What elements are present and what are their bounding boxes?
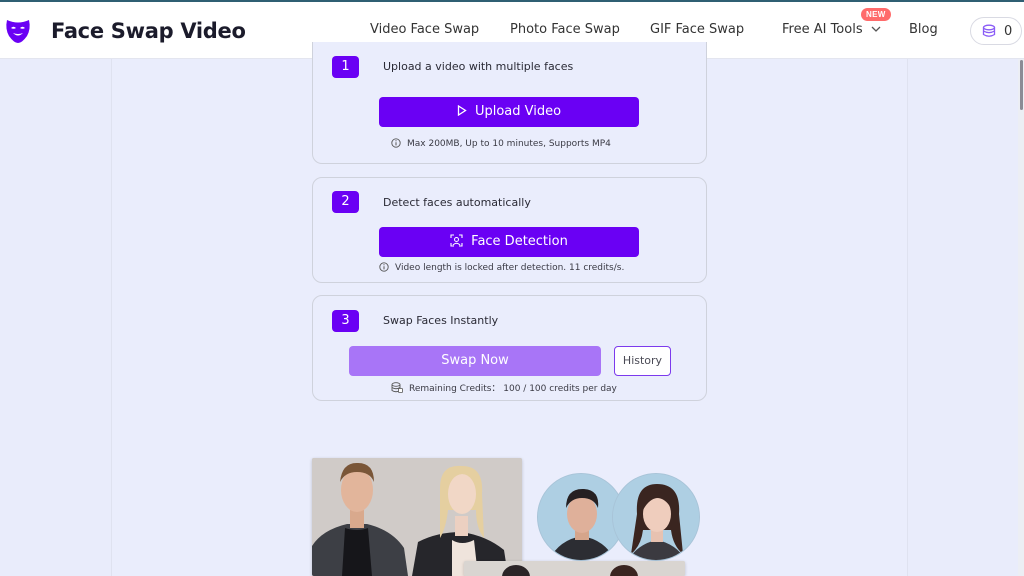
step-card-upload: 1 Upload a video with multiple faces Upl…: [312, 42, 707, 164]
credits-button[interactable]: 0: [970, 17, 1022, 45]
step-number: 1: [332, 56, 359, 78]
chevron-down-icon: [871, 26, 881, 32]
coin-stack-icon: [982, 24, 996, 37]
history-button[interactable]: History: [614, 346, 671, 376]
example-couple-photo: [312, 458, 522, 576]
step-number: 3: [332, 310, 359, 332]
database-icon: [391, 382, 403, 393]
upload-note-text: Max 200MB, Up to 10 minutes, Supports MP…: [407, 139, 611, 149]
nav-blog[interactable]: Blog: [909, 22, 938, 37]
detect-note: Video length is locked after detection. …: [379, 261, 625, 273]
nav-free-ai-tools-label: Free AI Tools: [782, 22, 863, 37]
upload-video-button[interactable]: Upload Video: [379, 97, 639, 127]
nav-photo-face-swap[interactable]: Photo Face Swap: [510, 22, 620, 37]
play-icon: [457, 104, 467, 116]
upload-note: Max 200MB, Up to 10 minutes, Supports MP…: [391, 137, 611, 149]
detect-note-text: Video length is locked after detection. …: [395, 263, 625, 273]
face-detection-button[interactable]: Face Detection: [379, 227, 639, 257]
face-scan-icon: [450, 233, 463, 247]
result-photo-illustration: [464, 561, 685, 576]
info-icon: [379, 261, 389, 272]
example-result-photo: [464, 561, 685, 576]
nav-gif-face-swap[interactable]: GIF Face Swap: [650, 22, 744, 37]
nav-free-ai-tools[interactable]: Free AI Tools: [782, 22, 881, 37]
scrollbar-track[interactable]: [1018, 59, 1024, 576]
brand-name[interactable]: Face Swap Video: [51, 19, 246, 43]
credits-note-text: Remaining Credits： 100 / 100 credits per…: [409, 384, 617, 394]
step-card-swap: 3 Swap Faces Instantly Swap Now History …: [312, 295, 707, 401]
face-thumbnail-female: [612, 473, 700, 561]
swap-now-button[interactable]: Swap Now: [349, 346, 601, 376]
step-card-detect: 2 Detect faces automatically Face Detect…: [312, 177, 707, 283]
credits-count: 0: [1004, 24, 1013, 39]
mask-logo-icon[interactable]: [5, 17, 31, 43]
step-title: Upload a video with multiple faces: [383, 60, 574, 73]
new-badge: NEW: [861, 8, 891, 21]
upload-video-label: Upload Video: [474, 104, 562, 119]
step-title: Detect faces automatically: [383, 196, 531, 209]
nav-video-face-swap[interactable]: Video Face Swap: [370, 22, 479, 37]
female-face-illustration: [613, 474, 699, 560]
credits-note: Remaining Credits： 100 / 100 credits per…: [391, 381, 617, 394]
step-title: Swap Faces Instantly: [383, 314, 499, 327]
info-icon: [391, 137, 401, 148]
step-number: 2: [332, 191, 359, 213]
couple-photo-illustration: [312, 458, 522, 576]
face-detection-label: Face Detection: [471, 234, 568, 249]
scrollbar-thumb[interactable]: [1020, 60, 1023, 110]
